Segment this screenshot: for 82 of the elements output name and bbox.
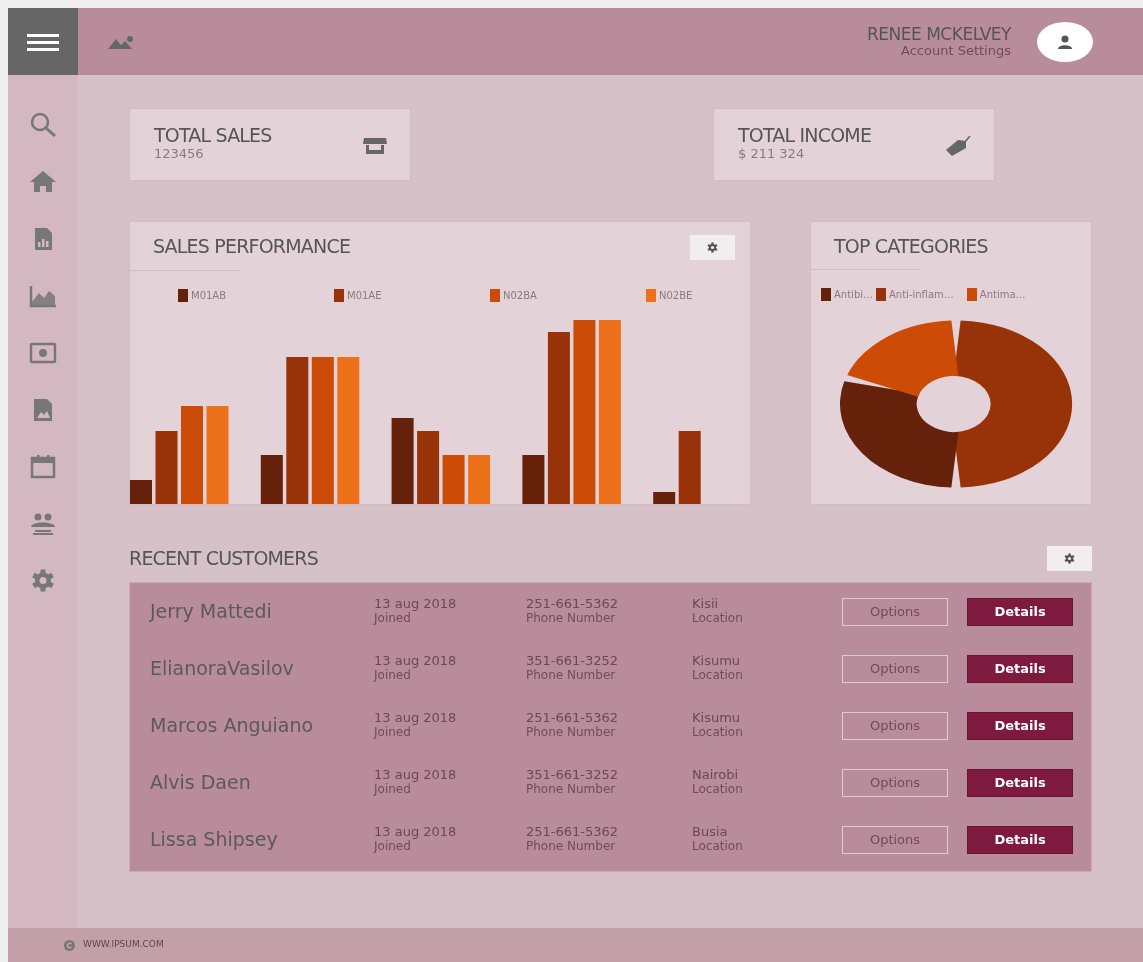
field-label: Phone Number bbox=[526, 840, 617, 854]
bar bbox=[468, 455, 491, 504]
landscape-icon[interactable] bbox=[108, 34, 136, 49]
stat-value: 123456 bbox=[154, 145, 205, 162]
field-label: Location bbox=[692, 840, 744, 854]
legend-label: Antibi… bbox=[834, 287, 873, 302]
settings-icon bbox=[1064, 552, 1075, 564]
bar bbox=[653, 492, 676, 504]
stat-title: TOTAL INCOME bbox=[738, 125, 872, 146]
field-label: Phone Number bbox=[526, 726, 617, 740]
options-button[interactable]: Options bbox=[842, 654, 948, 683]
field-label: Joined bbox=[374, 612, 412, 626]
customer-joined: 13 aug 2018 bbox=[374, 711, 458, 726]
bar bbox=[522, 455, 545, 504]
legend-label: N02BA bbox=[503, 289, 537, 303]
field-label: Location bbox=[692, 783, 744, 797]
field-label: Location bbox=[692, 669, 744, 683]
customer-phone: 351-661-3252 bbox=[526, 654, 620, 669]
bar bbox=[442, 455, 465, 504]
customer-name: Jerry Mattedi bbox=[150, 599, 273, 625]
details-button[interactable]: Details bbox=[967, 711, 1073, 740]
field-label: Phone Number bbox=[526, 612, 617, 626]
details-button[interactable]: Details bbox=[967, 768, 1073, 797]
details-button[interactable]: Details bbox=[967, 654, 1073, 683]
customer-location: Kisumu bbox=[692, 711, 742, 726]
field-label: Phone Number bbox=[526, 783, 617, 797]
user-icon bbox=[1057, 34, 1073, 49]
copyright-icon bbox=[64, 939, 75, 951]
store-icon bbox=[362, 135, 388, 156]
legend-label: Anti-inflam… bbox=[889, 287, 954, 302]
customer-joined: 13 aug 2018 bbox=[374, 597, 458, 612]
customer-phone: 351-661-3252 bbox=[526, 768, 620, 783]
customer-phone: 251-661-5362 bbox=[526, 711, 620, 726]
field-label: Phone Number bbox=[526, 669, 617, 683]
customer-name: Marcos Anguiano bbox=[150, 713, 315, 739]
options-button[interactable]: Options bbox=[842, 825, 948, 854]
footer-text: WWW.IPSUM.COM bbox=[83, 938, 164, 952]
stat-value: $ 211 324 bbox=[738, 145, 806, 162]
customer-location: Nairobi bbox=[692, 768, 740, 783]
section-title: RECENT CUSTOMERS bbox=[129, 545, 318, 571]
options-button[interactable]: Options bbox=[842, 768, 948, 797]
customer-location: Kisii bbox=[692, 597, 720, 612]
settings-button[interactable] bbox=[1047, 545, 1092, 571]
customer-phone: 251-661-5362 bbox=[526, 597, 620, 612]
customer-location: Busia bbox=[692, 825, 729, 840]
customer-location: Kisumu bbox=[692, 654, 742, 669]
field-label: Joined bbox=[374, 840, 412, 854]
details-button[interactable]: Details bbox=[967, 825, 1073, 854]
card-title: TOP CATEGORIES bbox=[834, 234, 989, 259]
tag-icon bbox=[944, 134, 972, 157]
customer-joined: 13 aug 2018 bbox=[374, 654, 458, 669]
card-title: SALES PERFORMANCE bbox=[153, 234, 351, 259]
search-icon[interactable] bbox=[29, 111, 57, 138]
legend-label: M01AE bbox=[347, 289, 382, 303]
field-label: Joined bbox=[374, 783, 412, 797]
customer-name: ElianoraVasilov bbox=[150, 656, 295, 682]
legend-label: M01AB bbox=[191, 289, 227, 303]
avatar-button[interactable] bbox=[1037, 21, 1093, 62]
menu-icon[interactable] bbox=[27, 31, 59, 52]
field-label: Joined bbox=[374, 726, 412, 740]
options-button[interactable]: Options bbox=[842, 711, 948, 740]
legend-label: N02BE bbox=[659, 289, 693, 303]
home-icon[interactable] bbox=[29, 168, 57, 195]
field-label: Joined bbox=[374, 669, 412, 683]
bar bbox=[130, 480, 152, 504]
settings-icon bbox=[707, 242, 718, 253]
field-label: Location bbox=[692, 612, 744, 626]
customer-phone: 251-661-5362 bbox=[526, 825, 620, 840]
calendar-icon[interactable] bbox=[29, 453, 57, 480]
field-label: Location bbox=[692, 726, 744, 740]
bar bbox=[260, 455, 283, 504]
customer-joined: 13 aug 2018 bbox=[374, 768, 458, 783]
user-name: RENEE MCKELVEY bbox=[867, 25, 1011, 44]
options-button[interactable]: Options bbox=[842, 597, 948, 626]
settings-button[interactable] bbox=[690, 235, 735, 260]
stat-title: TOTAL SALES bbox=[154, 125, 272, 146]
customer-name: Lissa Shipsey bbox=[150, 827, 279, 853]
customer-joined: 13 aug 2018 bbox=[374, 825, 458, 840]
account-settings-link[interactable]: Account Settings bbox=[901, 43, 1011, 58]
customer-name: Alvis Daen bbox=[150, 770, 252, 796]
details-button[interactable]: Details bbox=[967, 597, 1073, 626]
legend-label: Antima… bbox=[979, 287, 1026, 302]
